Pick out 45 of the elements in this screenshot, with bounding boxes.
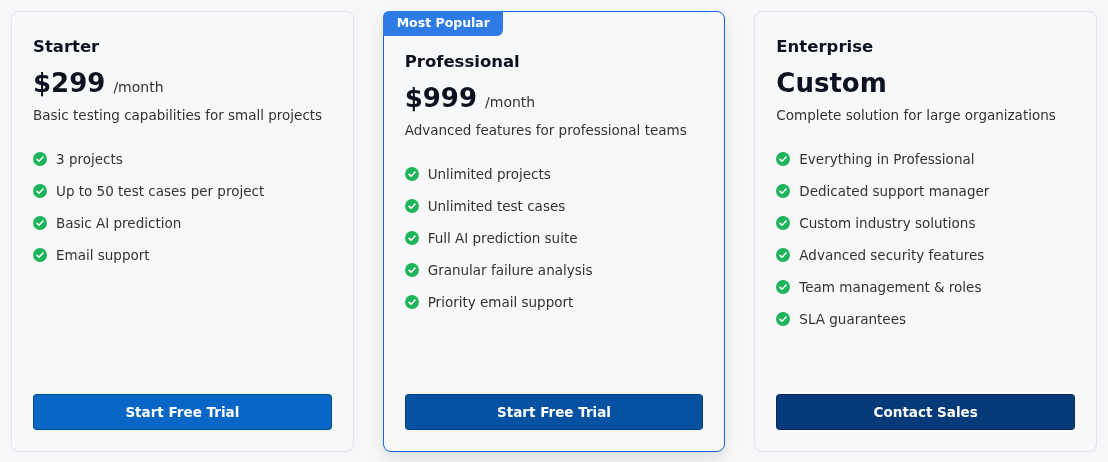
feature-text: Unlimited projects [427,165,551,185]
feature-text: Custom industry solutions [799,214,976,234]
check-circle-icon [776,248,791,263]
plan-name: Professional [404,51,521,73]
feature-text: 3 projects [56,150,123,170]
check-circle-icon [33,216,47,231]
check-circle-icon [404,231,419,246]
feature-text: Basic AI prediction [56,214,182,234]
popular-badge: Most Popular [382,11,503,36]
check-circle-icon [776,184,791,199]
price-period: /month [485,92,536,112]
cta-button[interactable]: Start Free Trial [404,394,704,430]
feature-text: Everything in Professional [799,150,975,170]
plan-name: Enterprise [776,36,875,58]
cta-button[interactable]: Start Free Trial [33,394,332,430]
feature-text: Priority email support [427,293,574,313]
feature-text: Full AI prediction suite [427,229,578,249]
check-circle-icon [776,280,791,295]
plan-description: Advanced features for professional teams [404,120,688,140]
check-circle-icon [776,312,791,327]
price-period: /month [113,77,164,97]
check-circle-icon [33,152,47,167]
feature-text: SLA guarantees [799,310,906,330]
feature-text: Up to 50 test cases per project [56,182,265,202]
plan-price: $299 [33,67,106,99]
check-circle-icon [776,152,791,167]
plan-name: Starter [33,36,101,58]
feature-text: Unlimited test cases [427,197,566,217]
plan-price: $999 [404,82,478,114]
check-circle-icon [776,216,791,231]
cta-button[interactable]: Contact Sales [776,394,1075,430]
feature-text: Team management & roles [799,278,982,298]
feature-text: Advanced security features [799,246,985,266]
plan-description: Basic testing capabilities for small projects [33,105,324,125]
feature-text: Dedicated support manager [799,182,990,202]
check-circle-icon [404,199,419,214]
plan-description: Complete solution for large organizations [776,105,1057,125]
plan-price: Custom [776,67,887,99]
feature-text: Email support [56,246,150,266]
check-circle-icon [33,248,47,263]
check-circle-icon [404,295,419,310]
check-circle-icon [33,184,47,199]
check-circle-icon [404,263,419,278]
feature-text: Granular failure analysis [427,261,593,281]
check-circle-icon [404,167,419,182]
